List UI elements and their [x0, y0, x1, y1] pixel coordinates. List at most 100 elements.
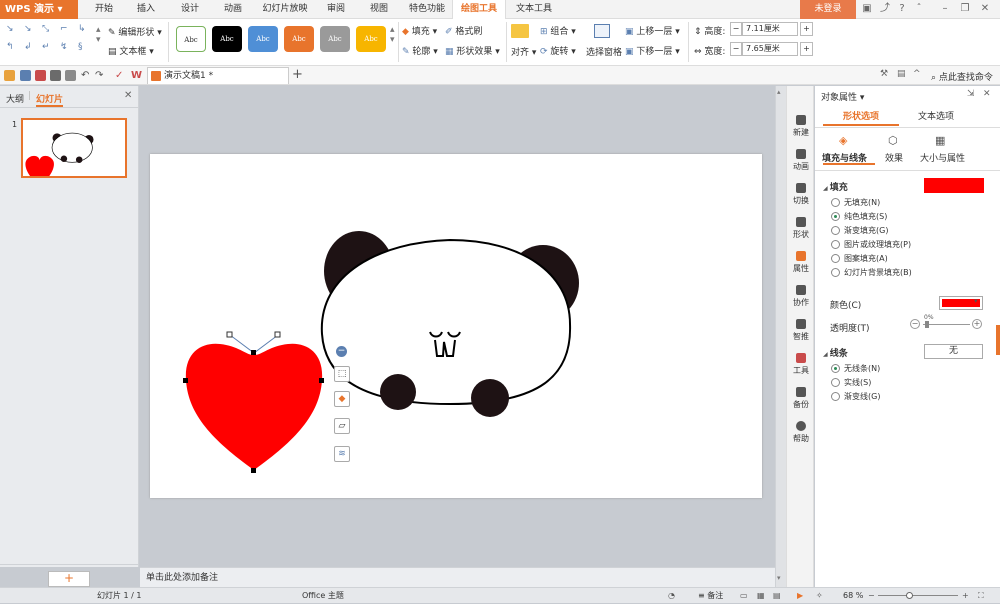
radio-gradient-line[interactable] [831, 392, 840, 401]
vertical-scrollbar[interactable]: ▴ ▾ [775, 86, 786, 587]
scroll-down-icon[interactable]: ▾ [777, 574, 781, 582]
align-button[interactable]: 对齐 ▾ [511, 45, 536, 58]
subtab-size[interactable]: 大小与属性 [920, 151, 965, 164]
subtab-effects[interactable]: 效果 [885, 151, 903, 164]
line-color-dropdown[interactable]: 无 [924, 344, 983, 359]
text-box-button[interactable]: ▤ 文本框 ▾ [108, 44, 154, 57]
shape-gallery[interactable]: ↘ ↘ ⤡ ⌐ ↳ ↰ ↲ ↵ ↯ § [4, 23, 94, 61]
bulb-status-icon[interactable]: ✧ [816, 588, 823, 604]
radio-solid-fill[interactable] [831, 212, 840, 221]
arrow-shape-icon[interactable]: ↘ [24, 25, 38, 34]
save-icon[interactable] [20, 70, 31, 81]
fit-window-icon[interactable]: ⛶ [978, 588, 984, 604]
transparency-increase-button[interactable]: + [972, 319, 982, 329]
shape-effects-button[interactable]: ▦ 形状效果 ▾ [445, 44, 500, 57]
sidebar-item-transition[interactable]: 切换 [787, 180, 815, 212]
edit-handle[interactable] [226, 331, 233, 338]
panel-title[interactable]: 对象属性 ▾ [821, 90, 864, 103]
redo-icon[interactable]: ↷ [95, 70, 106, 81]
panda-head[interactable] [320, 238, 572, 406]
sidebar-item-new[interactable]: 新建 [787, 112, 815, 144]
slide-sorter-icon[interactable]: ▦ [757, 588, 765, 604]
elbow-arrow-icon[interactable]: ↳ [78, 25, 92, 34]
sidebar-item-smart[interactable]: 智推 [787, 316, 815, 348]
command-search[interactable]: ⌕ 点此查找命令 [931, 70, 993, 83]
radio-slide-bg-fill[interactable] [831, 268, 840, 277]
curve-double-arrow-icon[interactable]: ↯ [60, 43, 74, 52]
tab-slides[interactable]: 幻灯片 [36, 92, 64, 107]
slide-canvas[interactable]: − ⬚ ◆ ▱ ≋ [150, 154, 762, 498]
restore-icon[interactable]: ❐ [958, 2, 972, 16]
elbow-connector-icon[interactable]: ⌐ [60, 25, 74, 34]
sidebar-item-backup[interactable]: 备份 [787, 384, 815, 416]
close-pane-icon[interactable]: ✕ [124, 90, 132, 101]
fill-button[interactable]: ◆ 填充 ▾ [402, 24, 437, 37]
selection-pane-button[interactable]: 选择窗格 [586, 45, 622, 58]
tab-outline[interactable]: 大纲 [6, 92, 24, 105]
chevron-down-icon[interactable]: ▾ [974, 297, 978, 305]
layers-float-icon[interactable]: ≋ [334, 446, 350, 462]
edit-shape-button[interactable]: ✎ 编辑形状 ▾ [108, 25, 162, 38]
radio-picture-fill[interactable] [831, 240, 840, 249]
sidebar-item-properties[interactable]: 属性 [787, 248, 815, 280]
minimize-icon[interactable]: – [938, 2, 952, 16]
collapse-float-icon[interactable]: − [336, 346, 347, 357]
customize-icon[interactable]: ✓ [115, 70, 126, 81]
menu-design[interactable]: 设计 [174, 0, 206, 19]
menu-animation[interactable]: 动画 [217, 0, 249, 19]
curve-arrow-icon[interactable]: ↵ [42, 43, 56, 52]
send-backward-button[interactable]: ▣ 下移一层 ▾ [625, 44, 680, 57]
panel-grip[interactable] [996, 325, 1000, 355]
effects-cube-icon[interactable]: ⬡ [888, 134, 902, 147]
gallery-scroll-icon[interactable]: ▴ ▾ [96, 25, 101, 45]
zoom-out-icon[interactable]: − [868, 588, 875, 604]
width-input[interactable]: 7.65厘米 [742, 42, 798, 56]
pin-icon[interactable]: ⇲ [967, 89, 975, 99]
fill-color-preview[interactable] [924, 178, 984, 193]
chevron-up-icon[interactable]: ˆ [912, 2, 926, 16]
outline-float-icon[interactable]: ▱ [334, 418, 350, 434]
menu-review[interactable]: 审阅 [320, 0, 352, 19]
print-icon[interactable] [50, 70, 61, 81]
collapse-icon[interactable]: ^ [913, 69, 921, 79]
edit-vertex-handle[interactable] [319, 378, 324, 383]
menu-features[interactable]: 特色功能 [404, 0, 450, 19]
edit-vertex-handle[interactable] [251, 350, 256, 355]
undo-icon[interactable]: ↶ [81, 70, 92, 81]
shape-style-3[interactable]: Abc [248, 26, 278, 52]
sidebar-item-shape[interactable]: 形状 [787, 214, 815, 246]
slide-thumbnail[interactable] [21, 118, 127, 186]
scroll-up-icon[interactable]: ▴ [777, 88, 781, 96]
radio-no-fill[interactable] [831, 198, 840, 207]
menu-view[interactable]: 视图 [363, 0, 395, 19]
size-icon[interactable]: ▦ [935, 134, 949, 147]
notes-area[interactable]: 单击此处添加备注 [140, 567, 775, 587]
sidebar-item-tools[interactable]: 工具 [787, 350, 815, 382]
panda-left-paw[interactable] [380, 374, 416, 410]
menu-insert[interactable]: 插入 [130, 0, 162, 19]
tab-shape-options[interactable]: 形状选项 [823, 108, 899, 126]
transparency-slider-thumb[interactable] [925, 321, 929, 328]
align-icon[interactable] [511, 24, 529, 38]
fill-float-icon[interactable]: ◆ [334, 391, 350, 407]
zoom-slider-thumb[interactable] [906, 592, 913, 599]
line-section-header[interactable]: 线条 [823, 346, 848, 359]
share-icon[interactable]: ⤴ [878, 2, 892, 16]
width-increase-button[interactable]: + [800, 42, 813, 56]
double-arrow-shape-icon[interactable]: ⤡ [42, 25, 56, 34]
sidebar-item-help[interactable]: 帮助 [787, 418, 815, 450]
zoom-in-icon[interactable]: + [962, 588, 969, 604]
close-icon[interactable]: ✕ [978, 2, 992, 16]
document-icon[interactable]: ▤ [897, 69, 906, 79]
login-button[interactable]: 未登录 [800, 0, 856, 19]
radio-no-line[interactable] [831, 364, 840, 373]
menu-slideshow[interactable]: 幻灯片放映 [259, 0, 311, 19]
document-tab[interactable]: 演示文稿1 * [147, 67, 289, 84]
skin-icon[interactable]: ▣ [860, 2, 874, 16]
help-icon[interactable]: ? [895, 2, 909, 16]
open-icon[interactable] [4, 70, 15, 81]
edit-vertex-handle[interactable] [183, 378, 188, 383]
format-painter-button[interactable]: ✐ 格式刷 [445, 24, 482, 37]
wps-w-icon[interactable]: W [131, 70, 142, 81]
selection-pane-icon[interactable] [594, 24, 610, 38]
